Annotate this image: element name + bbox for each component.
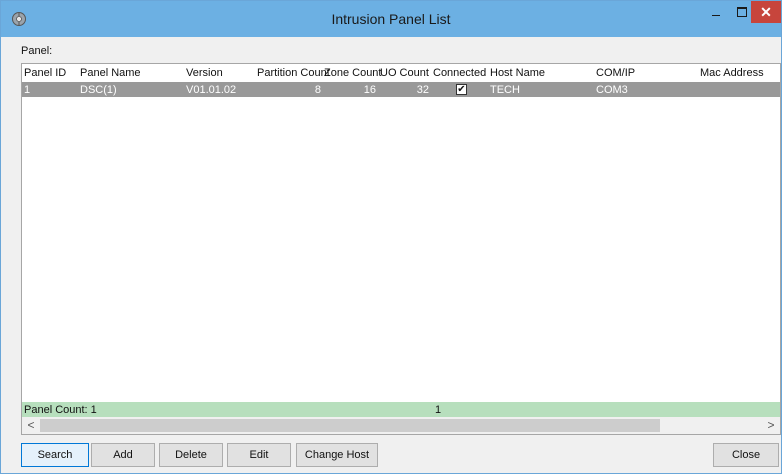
- column-header-partition-count[interactable]: Partition Count: [257, 67, 330, 79]
- connected-checkbox[interactable]: ✔: [456, 84, 467, 95]
- scrollbar-thumb[interactable]: [40, 419, 660, 432]
- cell-com-ip: COM3: [596, 84, 628, 96]
- scroll-right-icon[interactable]: >: [763, 418, 779, 433]
- connected-total: 1: [435, 404, 442, 416]
- edit-button[interactable]: Edit: [227, 443, 291, 467]
- column-header-com-ip[interactable]: COM/IP: [596, 67, 635, 79]
- table-row[interactable]: 1 DSC(1) V01.01.02 8 16 32 ✔ TECH COM3: [22, 82, 780, 97]
- panel-list-view[interactable]: Panel ID Panel Name Version Partition Co…: [21, 63, 781, 435]
- horizontal-scrollbar[interactable]: < >: [22, 417, 780, 434]
- title-bar[interactable]: Intrusion Panel List ✕: [1, 1, 781, 37]
- delete-button[interactable]: Delete: [159, 443, 223, 467]
- summary-row: Panel Count: 1 1: [22, 402, 780, 417]
- minimize-icon: [712, 14, 720, 16]
- column-header-version[interactable]: Version: [186, 67, 223, 79]
- close-window-button[interactable]: ✕: [751, 1, 781, 23]
- close-button[interactable]: Close: [713, 443, 779, 467]
- close-icon: ✕: [760, 3, 772, 20]
- cell-version: V01.01.02: [186, 84, 237, 96]
- column-header-panel-name[interactable]: Panel Name: [80, 67, 141, 79]
- change-host-button[interactable]: Change Host: [296, 443, 378, 467]
- intrusion-panel-list-window: Intrusion Panel List ✕ Panel: Panel ID P…: [0, 0, 782, 474]
- cell-panel-id: 1: [24, 84, 31, 96]
- column-header-mac-address[interactable]: Mac Address: [700, 67, 764, 79]
- cell-partition-count: 8: [314, 84, 321, 96]
- column-header-zone-count[interactable]: Zone Count: [324, 67, 381, 79]
- search-button[interactable]: Search: [21, 443, 89, 467]
- list-header: Panel ID Panel Name Version Partition Co…: [22, 64, 780, 82]
- column-header-uo-count[interactable]: UO Count: [380, 67, 429, 79]
- cell-panel-name: DSC(1): [80, 84, 117, 96]
- column-header-host-name[interactable]: Host Name: [490, 67, 545, 79]
- column-header-connected[interactable]: Connected: [433, 67, 486, 79]
- column-header-panel-id[interactable]: Panel ID: [24, 67, 66, 79]
- window-title: Intrusion Panel List: [331, 11, 451, 27]
- minimize-button[interactable]: [703, 1, 729, 23]
- panel-count-label: Panel Count: 1: [24, 404, 97, 416]
- scroll-left-icon[interactable]: <: [23, 418, 39, 433]
- checkmark-icon: ✔: [457, 84, 466, 95]
- add-button[interactable]: Add: [91, 443, 155, 467]
- panel-group-label: Panel:: [21, 45, 53, 57]
- cell-host-name: TECH: [490, 84, 520, 96]
- cell-zone-count: 16: [363, 84, 376, 96]
- maximize-icon: [737, 7, 747, 17]
- cell-uo-count: 32: [416, 84, 429, 96]
